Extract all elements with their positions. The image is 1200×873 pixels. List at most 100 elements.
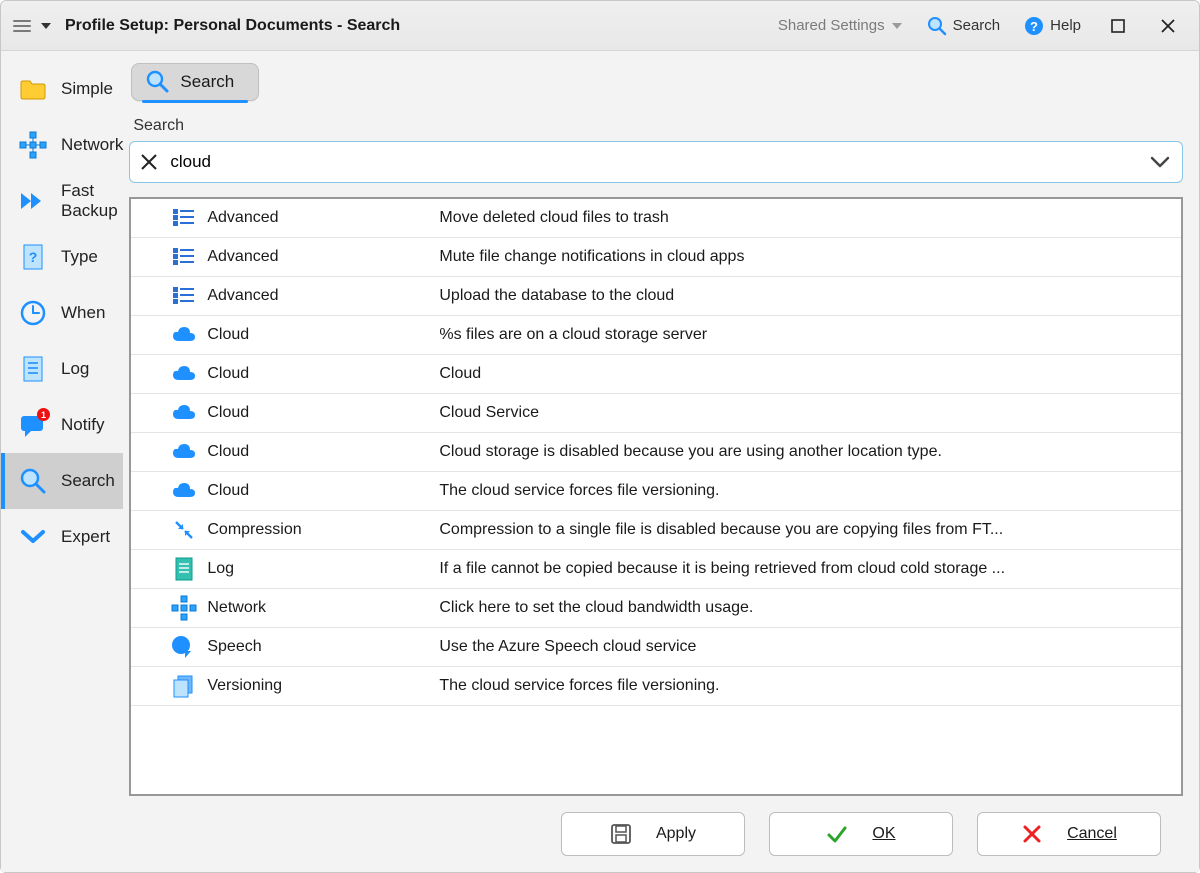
result-category: Cloud [207,482,249,500]
result-row[interactable]: Cloud%s files are on a cloud storage ser… [131,316,1181,355]
sidebar-item-label: Search [61,471,115,491]
sidebar-item-label: Fast Backup [61,181,123,221]
search-box [129,141,1183,183]
result-description: Upload the database to the cloud [431,277,1181,316]
search-icon [927,16,947,36]
log-icon [171,556,197,582]
list-icon [171,205,197,231]
sidebar-item-search[interactable]: Search [1,453,123,509]
search-dropdown-button[interactable] [1138,154,1182,170]
shared-settings-label: Shared Settings [778,17,885,34]
folder-icon [19,75,47,103]
search-icon [146,70,170,94]
sidebar-item-label: Expert [61,527,110,547]
list-icon [171,244,197,270]
result-row[interactable]: NetworkClick here to set the cloud bandw… [131,589,1181,628]
list-icon [171,283,197,309]
result-row[interactable]: Cloud Cloud [131,355,1181,394]
result-row[interactable]: AdvancedMove deleted cloud files to tras… [131,199,1181,238]
result-row[interactable]: SpeechUse the Azure Speech cloud service [131,628,1181,667]
notify-icon: 1 [19,411,47,439]
maximize-button[interactable] [1097,10,1139,42]
chevron-down-icon [19,523,47,551]
titlebar-search-button[interactable]: Search [919,12,1009,40]
result-category: Speech [207,638,261,656]
sidebar-item-label: Network [61,135,123,155]
footer: Apply OK Cancel [127,796,1185,872]
version-icon [171,673,197,699]
compress-icon [171,517,197,543]
tab-label: Search [180,72,234,92]
sidebar-item-label: Type [61,247,98,267]
clock-icon [19,299,47,327]
result-category: Advanced [207,287,278,305]
result-description: Compression to a single file is disabled… [431,511,1181,550]
svg-text:?: ? [29,249,38,265]
result-row[interactable]: CloudCloud Service [131,394,1181,433]
result-row[interactable]: CloudThe cloud service forces file versi… [131,472,1181,511]
sidebar-item-label: Simple [61,79,113,99]
sidebar: Simple Network Fast Backup ? Type [1,51,123,872]
sidebar-item-network[interactable]: Network [1,117,123,173]
sidebar-item-notify[interactable]: 1 Notify [1,397,123,453]
menu-icon[interactable] [13,17,31,35]
log-icon [19,355,47,383]
result-description: The cloud service forces file versioning… [431,667,1181,706]
result-row[interactable]: Advanced Upload the database to the cloud [131,277,1181,316]
clear-search-button[interactable] [130,152,168,172]
results-panel: Advanced Move deleted cloud files to tras… [129,197,1183,796]
cancel-icon [1021,823,1043,845]
close-icon [1161,19,1175,33]
cloud-icon [171,478,197,504]
cloud-icon [171,439,197,465]
result-category: Cloud [207,365,249,383]
result-category: Log [207,560,234,578]
result-description: Mute file change notifications in cloud … [431,238,1181,277]
result-description: Cloud [431,355,1181,394]
result-row[interactable]: Cloud Cloud storage is disabled because y… [131,433,1181,472]
clear-icon [139,152,159,172]
help-button[interactable]: ? Help [1016,12,1089,40]
sidebar-item-log[interactable]: Log [1,341,123,397]
apply-label: Apply [656,825,696,843]
sidebar-item-simple[interactable]: Simple [1,61,123,117]
speech-icon [171,634,197,660]
search-icon [19,467,47,495]
ok-button[interactable]: OK [769,812,953,856]
result-description: Move deleted cloud files to trash [431,199,1181,238]
close-button[interactable] [1147,10,1189,42]
titlebar-search-label: Search [953,17,1001,34]
sidebar-item-type[interactable]: ? Type [1,229,123,285]
result-category: Cloud [207,443,249,461]
tab-search[interactable]: Search [131,63,259,101]
profile-setup-window: Profile Setup: Personal Documents - Sear… [0,0,1200,873]
sidebar-item-label: Notify [61,415,104,435]
result-description: If a file cannot be copied because it is… [431,550,1181,589]
result-row[interactable]: CompressionCompression to a single file … [131,511,1181,550]
dropdown-caret-icon[interactable] [39,19,53,33]
chevron-down-icon [1149,154,1171,170]
fast-forward-icon [19,187,47,215]
search-input[interactable] [168,148,1138,176]
result-row[interactable]: Log If a file cannot be copied because it… [131,550,1181,589]
main-panel: Search Search Advanced Move deleted cloud… [123,51,1199,872]
sidebar-item-expert[interactable]: Expert [1,509,123,565]
save-icon [610,823,632,845]
network-icon [19,131,47,159]
window-title: Profile Setup: Personal Documents - Sear… [65,17,400,35]
sidebar-item-when[interactable]: When [1,285,123,341]
shared-settings-menu[interactable]: Shared Settings [770,13,911,38]
sidebar-item-label: When [61,303,105,323]
result-category: Versioning [207,677,282,695]
result-row[interactable]: AdvancedMute file change notifications i… [131,238,1181,277]
apply-button[interactable]: Apply [561,812,745,856]
search-section-label: Search [133,117,1185,135]
sidebar-item-label: Log [61,359,89,379]
sidebar-item-fast-backup[interactable]: Fast Backup [1,173,123,229]
cancel-button[interactable]: Cancel [977,812,1161,856]
result-description: Cloud storage is disabled because you ar… [431,433,1181,472]
result-row[interactable]: Versioning The cloud service forces file … [131,667,1181,706]
result-category: Cloud [207,326,249,344]
cloud-icon [171,400,197,426]
cancel-label: Cancel [1067,825,1117,843]
